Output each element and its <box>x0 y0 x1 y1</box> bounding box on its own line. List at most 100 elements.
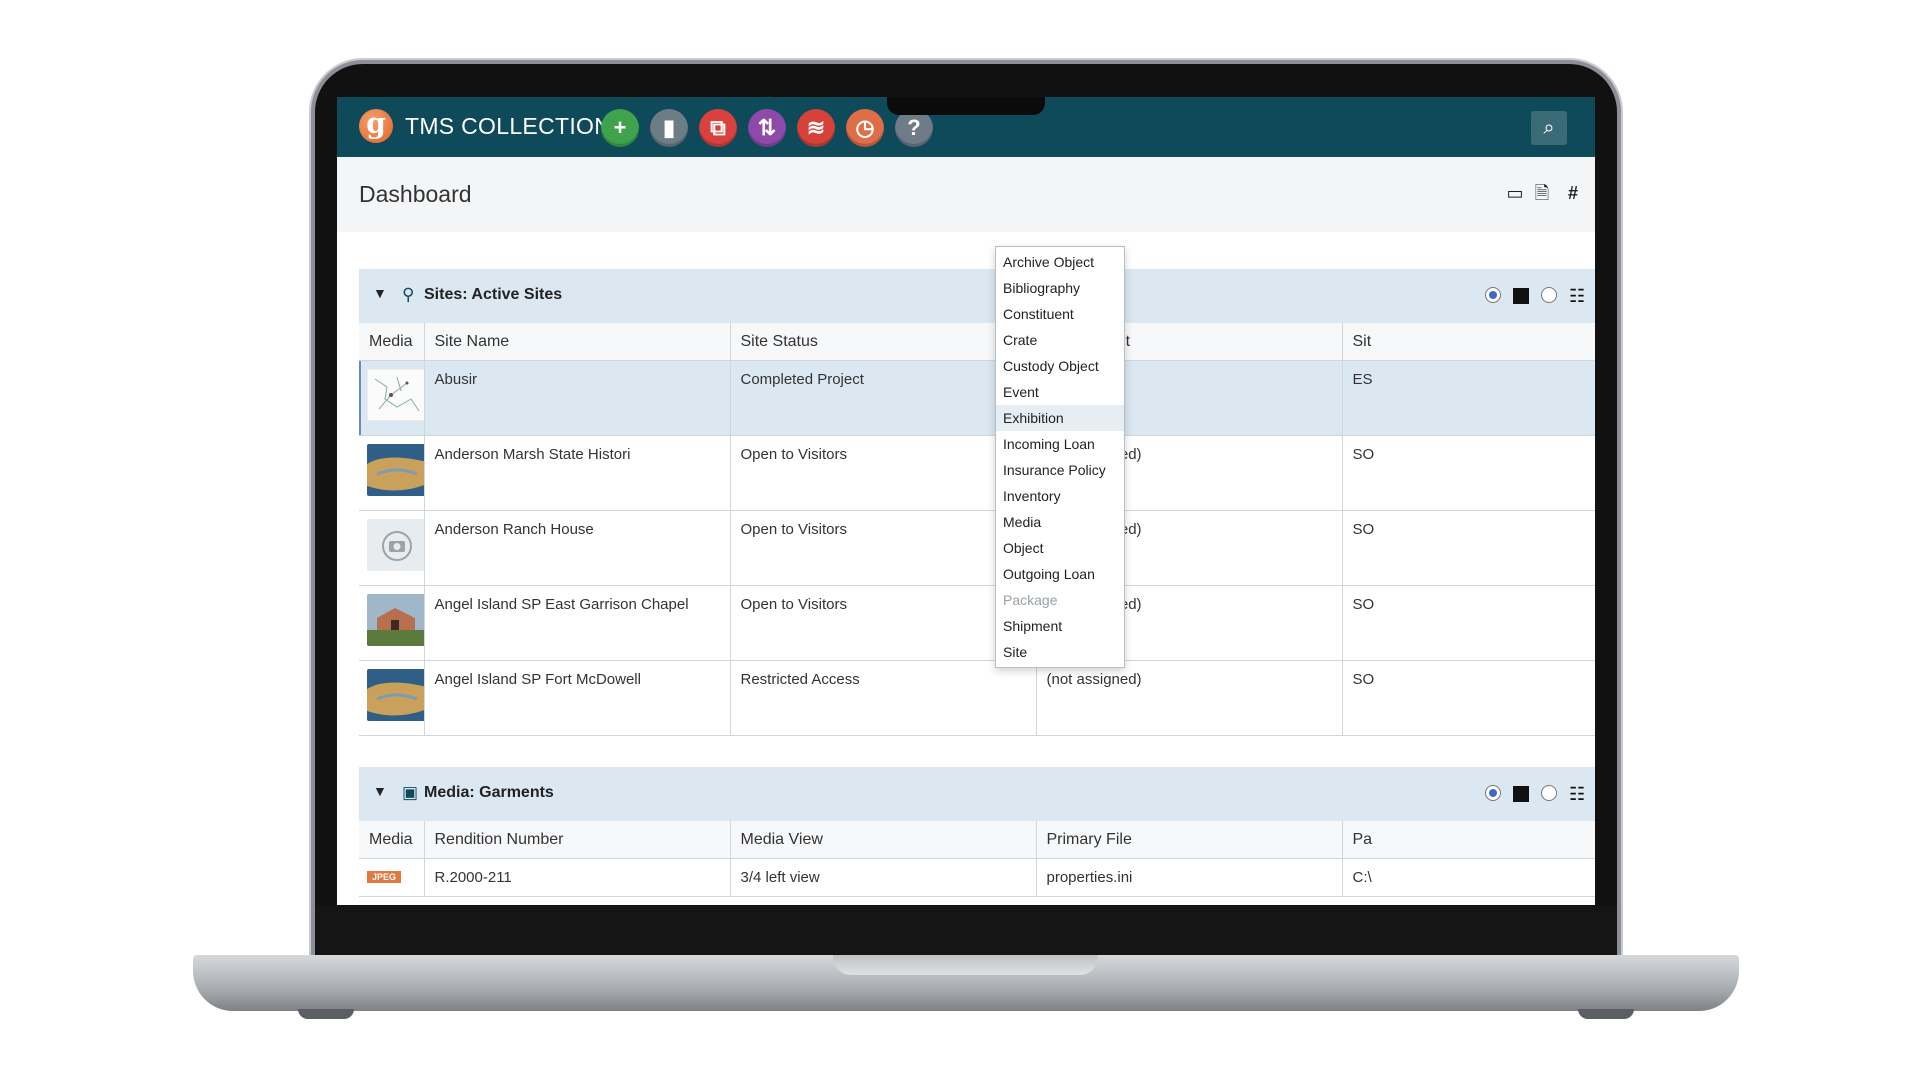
menu-item-bibliography[interactable]: Bibliography <box>996 275 1124 301</box>
menu-item-exhibition[interactable]: Exhibition <box>996 405 1124 431</box>
column-header[interactable]: Site Status <box>730 323 1037 361</box>
cell-extra: SO <box>1342 510 1595 586</box>
documents-icon: ▮ <box>662 115 676 140</box>
cell-extra: C:\ <box>1342 858 1595 897</box>
menu-item-custody-object[interactable]: Custody Object <box>996 353 1124 379</box>
sites-panel: ▼ ⚲ Sites: Active Sites ☷ Media Site Name… <box>359 269 1595 736</box>
cell-extra: SO <box>1342 585 1595 661</box>
sites-panel-header: ▼ ⚲ Sites: Active Sites ☷ <box>359 269 1595 323</box>
search-icon: ⌕ <box>1543 117 1555 139</box>
layers-icon: ≋ <box>806 115 826 140</box>
column-header[interactable]: Pa <box>1342 821 1595 859</box>
media-table: Media Rendition Number Media View Primary F… <box>359 821 1595 897</box>
column-header[interactable]: Sit <box>1342 323 1595 361</box>
sites-panel-title: Sites: Active Sites <box>424 286 563 303</box>
menu-item-event[interactable]: Event <box>996 379 1124 405</box>
screen: g TMS COLLECTIONS + ▮ ⧉ ⇅ ≋ ◷? ⌕ Dashboard ▭ … <box>337 97 1595 905</box>
window-icon[interactable]: ▭ <box>1504 181 1526 205</box>
column-header[interactable]: Media <box>359 323 425 361</box>
menu-item-constituent[interactable]: Constituent <box>996 301 1124 327</box>
cell-extra: SO <box>1342 435 1595 511</box>
table-row[interactable]: Angel Island SP Fort McDowell Restricted … <box>359 660 1595 736</box>
tiles-view-icon <box>1513 786 1529 802</box>
media-thumbnail[interactable]: JPEG <box>359 858 425 897</box>
cell-file: properties.ini <box>1036 858 1343 897</box>
laptop-foot-left <box>298 1009 354 1019</box>
cell-name: Anderson Ranch House <box>424 510 731 586</box>
table-row[interactable]: Angel Island SP East Garrison Chapel Open… <box>359 585 1595 661</box>
menu-item-package: Package <box>1003 592 1058 608</box>
view-radio-list[interactable] <box>1541 785 1557 801</box>
cell-department: (not assigned) <box>1036 660 1343 736</box>
menu-item-inventory[interactable]: Inventory <box>996 483 1124 509</box>
list-view-icon: ☷ <box>1569 286 1586 306</box>
search-button[interactable]: ⌕ <box>1531 111 1567 145</box>
collapse-triangle-icon[interactable]: ▼ <box>373 783 387 799</box>
menu-item-site[interactable]: Site <box>996 639 1124 665</box>
hash-icon[interactable]: # <box>1562 181 1584 205</box>
cell-rendition: R.2000-211 <box>424 858 731 897</box>
column-header[interactable]: Rendition Number <box>424 821 731 859</box>
add-new-button[interactable]: + <box>601 109 639 147</box>
laptop-foot-right <box>1578 1009 1634 1019</box>
documents-button[interactable]: ▮ <box>650 109 688 147</box>
cell-name: Abusir <box>424 360 731 436</box>
cell-status: Open to Visitors <box>730 435 1037 511</box>
app-title: TMS COLLECTIONS <box>405 113 627 139</box>
laptop-base-notch <box>833 955 1098 975</box>
collapse-triangle-icon[interactable]: ▼ <box>373 285 387 301</box>
view-radio-tiles[interactable] <box>1485 287 1501 303</box>
table-row[interactable]: Anderson Marsh State Histori Open to Visi… <box>359 435 1595 511</box>
column-header[interactable]: Media View <box>730 821 1037 859</box>
menu-item-shipment[interactable]: Shipment <box>996 613 1124 639</box>
menu-item-outgoing-loan[interactable]: Outgoing Loan <box>996 561 1124 587</box>
menu-item-object[interactable]: Object <box>996 535 1124 561</box>
document-icon[interactable]: 🗎 <box>1531 181 1553 205</box>
windows-icon: ⧉ <box>710 115 726 140</box>
media-thumbnail[interactable] <box>359 435 425 511</box>
cell-extra: ES <box>1342 360 1595 436</box>
column-header[interactable]: Media <box>359 821 425 859</box>
menu-item-crate[interactable]: Crate <box>996 327 1124 353</box>
windows-button[interactable]: ⧉ <box>699 109 737 147</box>
media-thumbnail[interactable] <box>359 360 425 436</box>
column-header[interactable]: Site Name <box>424 323 731 361</box>
map-pin-icon: ⚲ <box>402 285 415 304</box>
sort-button[interactable]: ⇅ <box>748 109 786 147</box>
camera-notch <box>887 97 1045 115</box>
jpeg-badge: JPEG <box>367 871 402 883</box>
view-radio-tiles[interactable] <box>1485 785 1501 801</box>
media-panel-title: Media: Garments <box>424 784 554 801</box>
layers-button[interactable]: ≋ <box>797 109 835 147</box>
menu-item-archive-object[interactable]: Archive Object <box>996 249 1124 275</box>
sort-icon: ⇅ <box>757 115 777 140</box>
column-header[interactable]: Primary File <box>1036 821 1343 859</box>
app-logo[interactable]: g <box>359 109 393 143</box>
cell-status: Open to Visitors <box>730 585 1037 661</box>
history-button[interactable]: ◷ <box>846 109 884 147</box>
table-row[interactable]: JPEG R.2000-211 3/4 left view properties.in… <box>359 858 1595 897</box>
cell-name: Anderson Marsh State Histori <box>424 435 731 511</box>
help-icon: ? <box>907 115 921 140</box>
menu-item-incoming-loan[interactable]: Incoming Loan <box>996 431 1124 457</box>
view-radio-list[interactable] <box>1541 287 1557 303</box>
cell-status: Completed Project <box>730 360 1037 436</box>
history-icon: ◷ <box>855 115 875 140</box>
table-row[interactable]: Anderson Ranch HouseOpen to Visitors(not… <box>359 510 1595 586</box>
table-row[interactable]: AbusirCompleted ProjectExcavationES <box>359 360 1595 436</box>
list-view-icon: ☷ <box>1569 784 1586 804</box>
cell-status: Open to Visitors <box>730 510 1037 586</box>
dashboard-header: Dashboard ▭ 🗎 # <box>337 157 1595 232</box>
media-frame-icon: ▣ <box>402 783 419 802</box>
tiles-view-icon <box>1513 288 1529 304</box>
cell-status: Restricted Access <box>730 660 1037 736</box>
menu-item-media[interactable]: Media <box>996 509 1124 535</box>
media-panel: ▼ ▣ Media: Garments ☷ Media Rendition Num… <box>359 767 1595 897</box>
media-thumbnail[interactable] <box>359 510 425 586</box>
add-new-dropdown: Archive Object Bibliography Constituent Cra… <box>995 246 1125 668</box>
media-thumbnail[interactable] <box>359 585 425 661</box>
menu-item-insurance-policy[interactable]: Insurance Policy <box>996 457 1124 483</box>
media-panel-header: ▼ ▣ Media: Garments ☷ <box>359 767 1595 821</box>
media-thumbnail[interactable] <box>359 660 425 736</box>
cell-name: Angel Island SP Fort McDowell <box>424 660 731 736</box>
